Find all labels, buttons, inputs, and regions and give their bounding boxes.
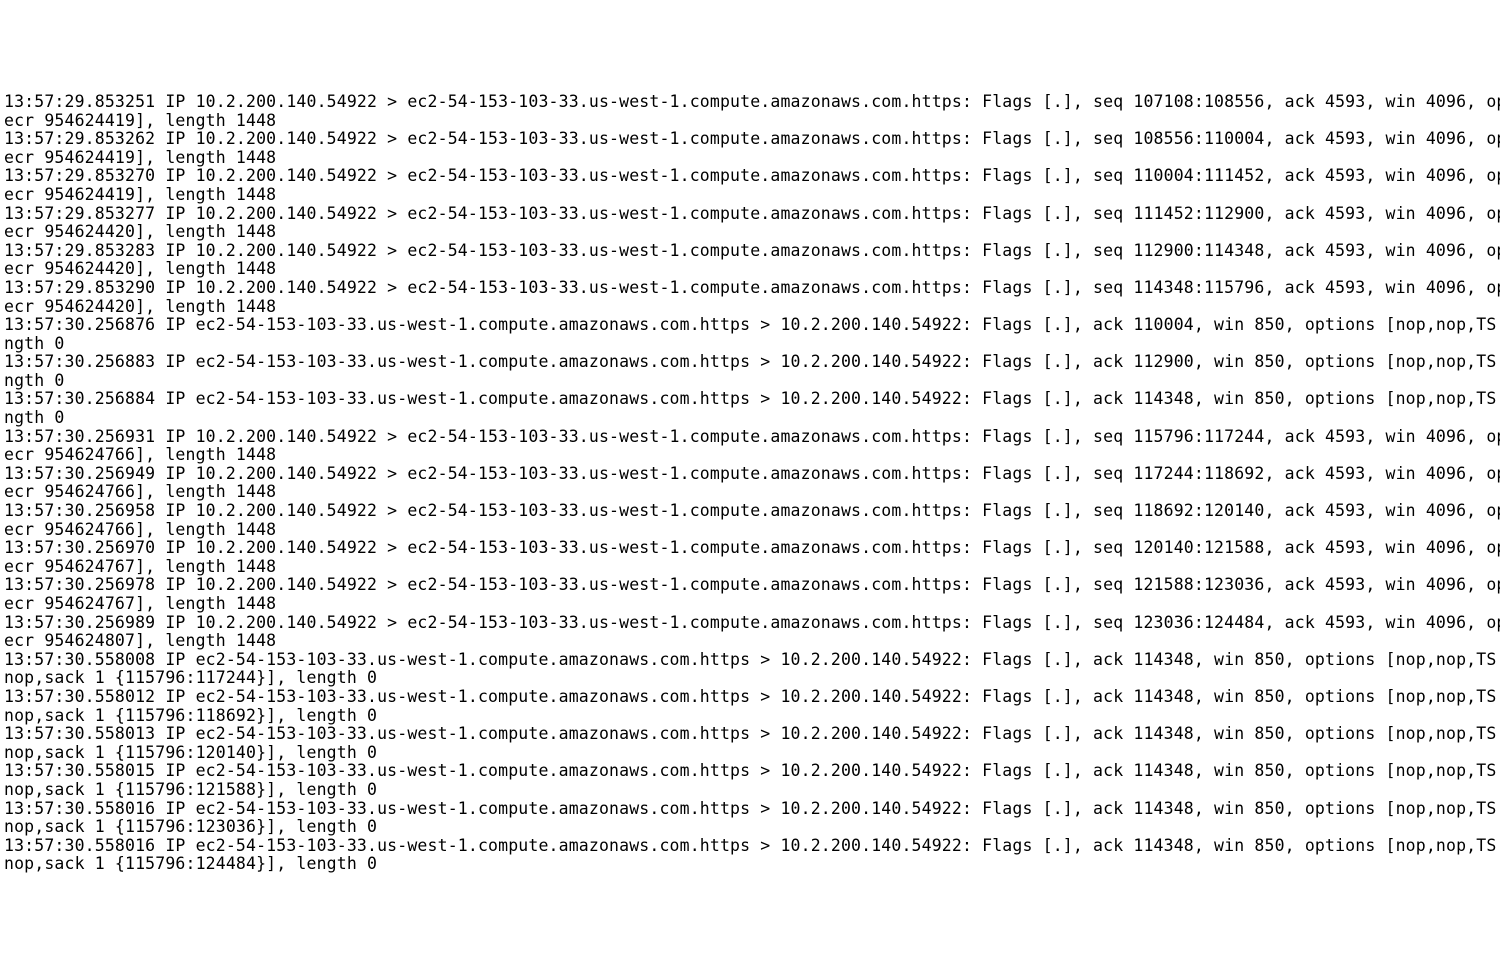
tcpdump-line: ecr 954624767], length 1448 (4, 595, 1500, 614)
tcpdump-line: ecr 954624766], length 1448 (4, 483, 1500, 502)
tcpdump-line: 13:57:30.256931 IP 10.2.200.140.54922 > … (4, 428, 1500, 447)
tcpdump-line: ngth 0 (4, 372, 1500, 391)
tcpdump-line: ecr 954624420], length 1448 (4, 223, 1500, 242)
tcpdump-line: 13:57:30.558016 IP ec2-54-153-103-33.us-… (4, 800, 1500, 819)
tcpdump-line: ecr 954624766], length 1448 (4, 521, 1500, 540)
tcpdump-line: 13:57:30.256989 IP 10.2.200.140.54922 > … (4, 614, 1500, 633)
tcpdump-line: 13:57:29.853277 IP 10.2.200.140.54922 > … (4, 205, 1500, 224)
tcpdump-line: ecr 954624807], length 1448 (4, 632, 1500, 651)
tcpdump-line: nop,sack 1 {115796:120140}], length 0 (4, 744, 1500, 763)
tcpdump-line: nop,sack 1 {115796:124484}], length 0 (4, 855, 1500, 874)
tcpdump-line: 13:57:29.853283 IP 10.2.200.140.54922 > … (4, 242, 1500, 261)
tcpdump-line: 13:57:30.558016 IP ec2-54-153-103-33.us-… (4, 837, 1500, 856)
tcpdump-line: 13:57:30.558012 IP ec2-54-153-103-33.us-… (4, 688, 1500, 707)
tcpdump-line: 13:57:29.853270 IP 10.2.200.140.54922 > … (4, 167, 1500, 186)
tcpdump-line: 13:57:30.558008 IP ec2-54-153-103-33.us-… (4, 651, 1500, 670)
tcpdump-line: 13:57:30.558013 IP ec2-54-153-103-33.us-… (4, 725, 1500, 744)
tcpdump-line: ecr 954624767], length 1448 (4, 558, 1500, 577)
tcpdump-line: 13:57:30.256949 IP 10.2.200.140.54922 > … (4, 465, 1500, 484)
tcpdump-line: ecr 954624419], length 1448 (4, 149, 1500, 168)
tcpdump-line: ecr 954624419], length 1448 (4, 112, 1500, 131)
tcpdump-line: nop,sack 1 {115796:118692}], length 0 (4, 707, 1500, 726)
tcpdump-line: 13:57:29.853251 IP 10.2.200.140.54922 > … (4, 93, 1500, 112)
tcpdump-line: 13:57:30.256958 IP 10.2.200.140.54922 > … (4, 502, 1500, 521)
tcpdump-line: 13:57:30.256978 IP 10.2.200.140.54922 > … (4, 576, 1500, 595)
tcpdump-line: ngth 0 (4, 335, 1500, 354)
tcpdump-line: 13:57:30.256884 IP ec2-54-153-103-33.us-… (4, 390, 1500, 409)
tcpdump-line: 13:57:30.256883 IP ec2-54-153-103-33.us-… (4, 353, 1500, 372)
tcpdump-line: 13:57:29.853290 IP 10.2.200.140.54922 > … (4, 279, 1500, 298)
tcpdump-line: ecr 954624420], length 1448 (4, 260, 1500, 279)
tcpdump-line: 13:57:29.853262 IP 10.2.200.140.54922 > … (4, 130, 1500, 149)
tcpdump-line: ecr 954624420], length 1448 (4, 298, 1500, 317)
tcpdump-line: nop,sack 1 {115796:123036}], length 0 (4, 818, 1500, 837)
tcpdump-line: 13:57:30.558015 IP ec2-54-153-103-33.us-… (4, 762, 1500, 781)
tcpdump-line: ngth 0 (4, 409, 1500, 428)
terminal-output[interactable]: 13:57:29.853251 IP 10.2.200.140.54922 > … (0, 93, 1500, 874)
tcpdump-line: 13:57:30.256970 IP 10.2.200.140.54922 > … (4, 539, 1500, 558)
tcpdump-line: ecr 954624419], length 1448 (4, 186, 1500, 205)
tcpdump-line: 13:57:30.256876 IP ec2-54-153-103-33.us-… (4, 316, 1500, 335)
tcpdump-line: nop,sack 1 {115796:117244}], length 0 (4, 669, 1500, 688)
tcpdump-line: ecr 954624766], length 1448 (4, 446, 1500, 465)
tcpdump-line: nop,sack 1 {115796:121588}], length 0 (4, 781, 1500, 800)
